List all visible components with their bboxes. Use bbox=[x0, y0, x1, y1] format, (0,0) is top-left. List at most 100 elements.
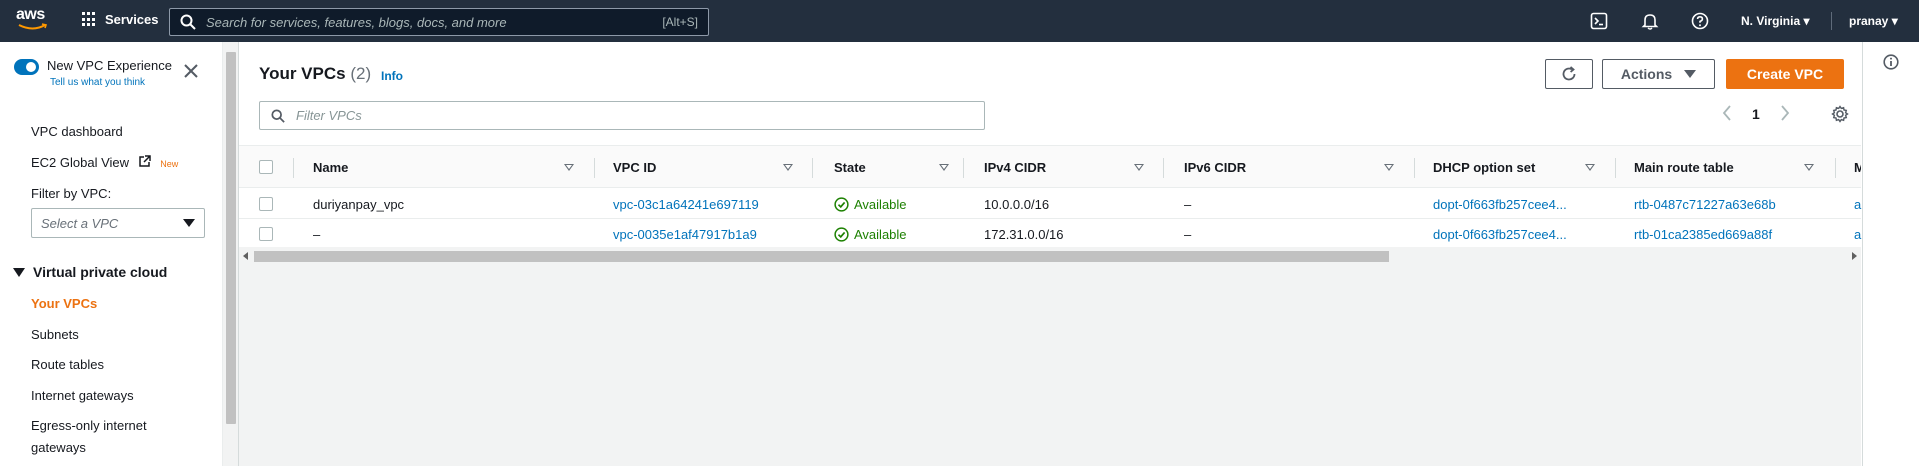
sort-icon bbox=[1384, 164, 1394, 171]
table-row[interactable]: – vpc-0035e1af47917b1a9 Available 172.31… bbox=[239, 219, 1861, 249]
scroll-left-arrow-icon[interactable] bbox=[243, 252, 248, 260]
column-divider bbox=[594, 158, 595, 178]
refresh-button[interactable] bbox=[1545, 59, 1593, 89]
cell-main-route-table-link[interactable]: rtb-0487c71227a63e68b bbox=[1634, 189, 1776, 219]
cell-vpc-id-link[interactable]: vpc-0035e1af47917b1a9 bbox=[613, 219, 757, 249]
column-header-dhcp-option-set[interactable]: DHCP option set bbox=[1433, 146, 1603, 189]
cell-ipv4-cidr: 172.31.0.0/16 bbox=[984, 226, 1064, 242]
info-link[interactable]: Info bbox=[381, 69, 403, 83]
column-header-main-network-acl[interactable]: M bbox=[1854, 146, 1861, 189]
sidebar-item-egress-only-internet-gateways[interactable]: Egress-only internet bbox=[31, 418, 147, 433]
vpc-filter-select[interactable]: Select a VPC bbox=[31, 208, 205, 238]
aws-smile-icon bbox=[18, 23, 48, 30]
region-selector[interactable]: N. Virginia ▾ bbox=[1741, 14, 1810, 28]
info-panel-icon[interactable] bbox=[1883, 54, 1899, 70]
sort-icon bbox=[939, 164, 949, 171]
sidebar-item-route-tables[interactable]: Route tables bbox=[31, 357, 104, 372]
scrollbar-thumb[interactable] bbox=[226, 52, 236, 424]
create-vpc-button[interactable]: Create VPC bbox=[1726, 59, 1844, 89]
collapse-triangle-icon bbox=[13, 267, 25, 277]
select-all-checkbox[interactable] bbox=[259, 160, 273, 174]
notifications-bell-icon[interactable] bbox=[1641, 12, 1659, 30]
table-row[interactable]: duriyanpay_vpc vpc-03c1a64241e697119 Ava… bbox=[239, 189, 1861, 219]
scrollbar-thumb[interactable] bbox=[254, 251, 1389, 262]
caret-down-icon bbox=[1684, 70, 1697, 78]
sidebar-item-ec2-global-view[interactable]: EC2 Global View New bbox=[31, 155, 178, 170]
sidebar: New VPC Experience Tell us what you thin… bbox=[0, 42, 222, 466]
feedback-link[interactable]: Tell us what you think bbox=[50, 77, 145, 88]
column-header-label: IPv6 CIDR bbox=[1184, 160, 1247, 175]
sort-icon bbox=[1585, 164, 1595, 171]
column-header-ipv4-cidr[interactable]: IPv4 CIDR bbox=[984, 146, 1164, 189]
column-header-name[interactable]: Name bbox=[313, 146, 574, 189]
refresh-icon bbox=[1562, 66, 1576, 81]
cell-dhcp-option-set-link[interactable]: dopt-0f663fb257cee4... bbox=[1433, 219, 1567, 249]
column-header-label: Main route table bbox=[1634, 160, 1734, 175]
cell-name: duriyanpay_vpc bbox=[313, 196, 405, 212]
sidebar-item-subnets[interactable]: Subnets bbox=[31, 327, 79, 342]
sidebar-scrollbar[interactable] bbox=[222, 42, 238, 466]
cell-vpc-id-link[interactable]: vpc-03c1a64241e697119 bbox=[613, 189, 759, 219]
cloudshell-icon[interactable] bbox=[1590, 12, 1608, 30]
column-header-label: DHCP option set bbox=[1433, 160, 1536, 175]
sidebar-item-egress-only-internet-gateways-line2[interactable]: gateways bbox=[31, 440, 86, 455]
column-divider bbox=[1163, 158, 1164, 178]
new-badge: New bbox=[160, 159, 179, 169]
next-page-icon[interactable] bbox=[1779, 104, 1791, 122]
cell-ipv6-cidr: – bbox=[1184, 226, 1192, 242]
column-divider bbox=[812, 158, 813, 178]
status-label: Available bbox=[854, 196, 907, 212]
cell-state: Available bbox=[834, 189, 907, 219]
search-icon bbox=[180, 14, 196, 30]
help-icon[interactable] bbox=[1691, 12, 1709, 30]
column-divider bbox=[1615, 158, 1616, 178]
close-icon[interactable] bbox=[184, 64, 198, 78]
caret-down-icon bbox=[183, 219, 195, 227]
column-header-vpc-id[interactable]: VPC ID bbox=[613, 146, 793, 189]
cell-ipv4-cidr: 10.0.0.0/16 bbox=[984, 196, 1050, 212]
new-experience-toggle[interactable] bbox=[14, 59, 39, 75]
top-navigation-bar: aws Services Search for services, featur… bbox=[0, 0, 1919, 42]
sidebar-item-your-vpcs[interactable]: Your VPCs bbox=[31, 296, 97, 311]
column-header-main-route-table[interactable]: Main route table bbox=[1634, 146, 1824, 189]
row-checkbox[interactable] bbox=[259, 227, 273, 241]
table-horizontal-scrollbar[interactable] bbox=[239, 247, 1861, 264]
main-content: Your VPCs (2) Info Actions Create VPC Fi… bbox=[239, 42, 1861, 466]
sort-icon bbox=[783, 164, 793, 171]
column-divider bbox=[1835, 158, 1836, 178]
sidebar-item-label: EC2 Global View bbox=[31, 155, 130, 170]
cell-main-network-acl-link[interactable]: a bbox=[1854, 189, 1861, 219]
column-header-state[interactable]: State bbox=[834, 146, 954, 189]
global-search-input[interactable]: Search for services, features, blogs, do… bbox=[169, 8, 709, 36]
column-header-ipv6-cidr[interactable]: IPv6 CIDR bbox=[1184, 146, 1404, 189]
sidebar-item-vpc-dashboard[interactable]: VPC dashboard bbox=[31, 124, 123, 139]
aws-logo[interactable]: aws bbox=[16, 7, 50, 34]
previous-page-icon[interactable] bbox=[1721, 104, 1733, 122]
scroll-right-arrow-icon[interactable] bbox=[1852, 252, 1857, 260]
page-title: Your VPCs (2) bbox=[259, 64, 371, 84]
sort-icon bbox=[564, 164, 574, 171]
external-link-icon bbox=[138, 155, 151, 167]
services-menu-button[interactable]: Services bbox=[82, 12, 159, 27]
column-divider bbox=[293, 158, 294, 178]
account-menu[interactable]: pranay ▾ bbox=[1849, 14, 1898, 28]
table-header: Name VPC ID State IPv4 CIDR IPv6 CIDR DH… bbox=[239, 145, 1861, 188]
gear-icon[interactable] bbox=[1831, 105, 1849, 123]
actions-button[interactable]: Actions bbox=[1602, 59, 1715, 89]
nav-divider bbox=[1831, 12, 1832, 30]
search-shortcut-hint: [Alt+S] bbox=[662, 15, 698, 29]
cell-ipv6-cidr: – bbox=[1184, 196, 1192, 212]
search-icon bbox=[271, 108, 285, 123]
cell-main-network-acl-link[interactable]: a bbox=[1854, 219, 1861, 249]
filter-vpcs-input[interactable]: Filter VPCs bbox=[259, 101, 985, 130]
sidebar-item-internet-gateways[interactable]: Internet gateways bbox=[31, 388, 134, 403]
section-virtual-private-cloud[interactable]: Virtual private cloud bbox=[13, 264, 167, 280]
cell-dhcp-option-set-link[interactable]: dopt-0f663fb257cee4... bbox=[1433, 189, 1567, 219]
filter-placeholder: Filter VPCs bbox=[296, 108, 362, 123]
page-number[interactable]: 1 bbox=[1752, 106, 1760, 122]
filter-by-vpc-label: Filter by VPC: bbox=[31, 186, 112, 201]
actions-label: Actions bbox=[1620, 66, 1673, 82]
row-checkbox[interactable] bbox=[259, 197, 273, 211]
cell-main-route-table-link[interactable]: rtb-01ca2385ed669a88f bbox=[1634, 219, 1772, 249]
sort-icon bbox=[1804, 164, 1814, 171]
